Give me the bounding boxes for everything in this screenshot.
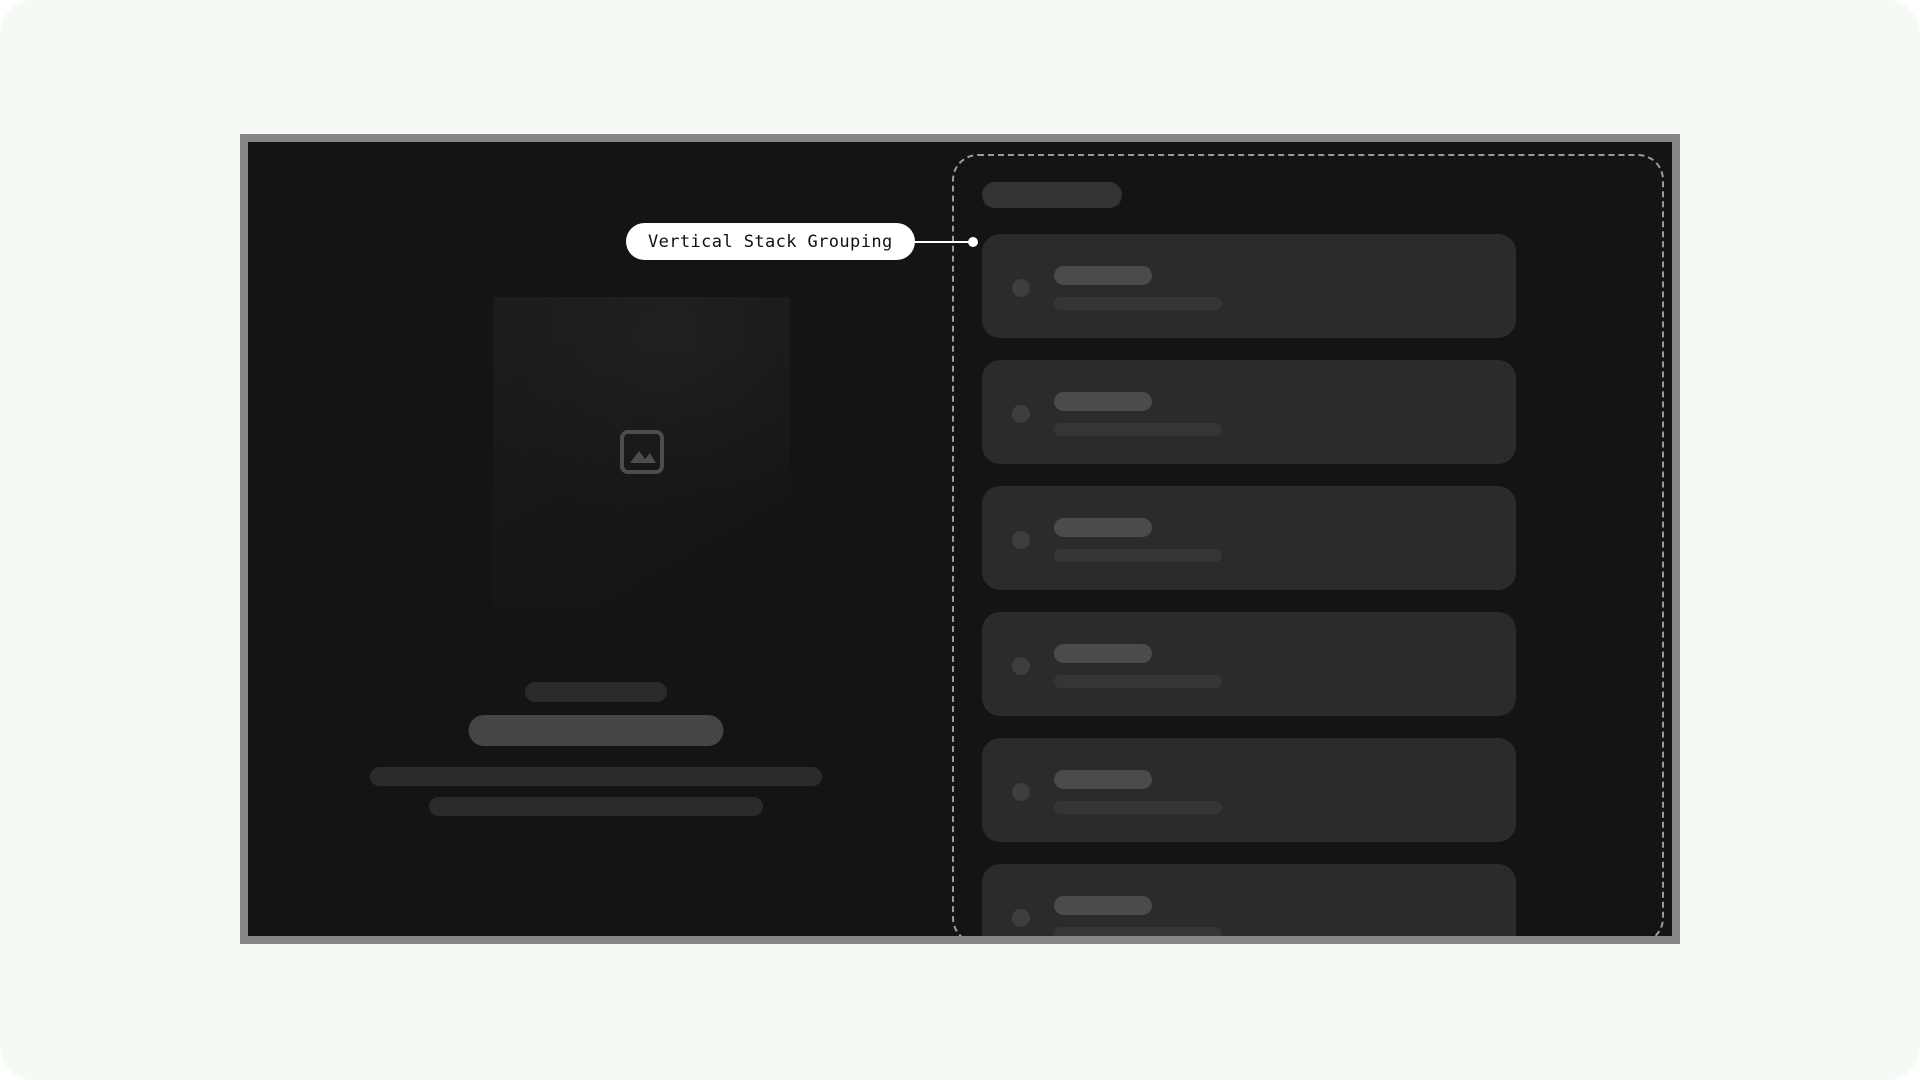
window-canvas: [248, 142, 1672, 936]
list-stack: [982, 234, 1516, 936]
avatar: [1012, 657, 1030, 675]
list-item-secondary-skeleton: [1054, 927, 1222, 936]
list-item[interactable]: [982, 738, 1516, 842]
callout-annotation: Vertical Stack Grouping: [626, 223, 978, 260]
list-item-primary-skeleton: [1054, 392, 1152, 411]
list-item-primary-skeleton: [1054, 644, 1152, 663]
list-item-secondary-skeleton: [1054, 549, 1222, 562]
callout-label: Vertical Stack Grouping: [626, 223, 915, 260]
callout-anchor-dot: [967, 236, 978, 247]
avatar: [1012, 909, 1030, 927]
list-item[interactable]: [982, 234, 1516, 338]
avatar: [1012, 783, 1030, 801]
list-item-primary-skeleton: [1054, 266, 1152, 285]
list-item-secondary-skeleton: [1054, 801, 1222, 814]
avatar: [1012, 531, 1030, 549]
list-item[interactable]: [982, 360, 1516, 464]
list-item[interactable]: [982, 864, 1516, 936]
page-root: Vertical Stack Grouping: [0, 0, 1920, 1080]
detail-title-skeleton: [468, 715, 724, 746]
avatar: [1012, 279, 1030, 297]
list-header-skeleton: [982, 182, 1122, 208]
detail-eyebrow-skeleton: [525, 682, 667, 702]
avatar: [1012, 405, 1030, 423]
image-placeholder-icon: [619, 430, 664, 474]
list-item-secondary-skeleton: [1054, 297, 1222, 310]
list-item-primary-skeleton: [1054, 518, 1152, 537]
media-preview: [493, 297, 790, 607]
list-item-secondary-skeleton: [1054, 675, 1222, 688]
detail-body-skeleton-1: [370, 767, 822, 786]
list-item-secondary-skeleton: [1054, 423, 1222, 436]
list-item[interactable]: [982, 486, 1516, 590]
detail-panel: [248, 142, 944, 936]
callout-connector-line: [914, 240, 969, 243]
list-item[interactable]: [982, 612, 1516, 716]
list-item-primary-skeleton: [1054, 770, 1152, 789]
list-item-primary-skeleton: [1054, 896, 1152, 915]
vertical-stack-group-region: [952, 154, 1664, 936]
detail-body-skeleton-2: [429, 797, 763, 816]
